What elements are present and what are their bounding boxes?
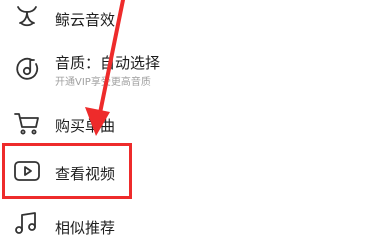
menu-item-label: 音质：自动选择 xyxy=(55,54,161,72)
music-disc-icon xyxy=(12,54,42,84)
menu-item-label: 相似推荐 xyxy=(55,219,116,237)
whale-icon xyxy=(12,2,42,32)
menu-item-label: 鲸云音效 xyxy=(55,11,116,29)
song-options-menu: 鲸云音效 音质：自动选择 开通VIP享受更高音质 购买单曲 查看视频 相似推荐 xyxy=(0,0,371,243)
menu-item-sublabel: 开通VIP享受更高音质 xyxy=(55,77,151,88)
highlight-box xyxy=(2,143,132,199)
menu-item-whale-sound[interactable]: 鲸云音效 xyxy=(0,0,371,38)
menu-item-buy-single[interactable]: 购买单曲 xyxy=(0,104,371,142)
music-note-icon xyxy=(12,209,42,239)
menu-item-label: 购买单曲 xyxy=(55,117,116,135)
shopping-cart-icon xyxy=(12,108,42,138)
menu-item-audio-quality[interactable]: 音质：自动选择 开通VIP享受更高音质 xyxy=(0,44,371,94)
menu-item-similar-recommend[interactable]: 相似推荐 xyxy=(0,205,371,243)
